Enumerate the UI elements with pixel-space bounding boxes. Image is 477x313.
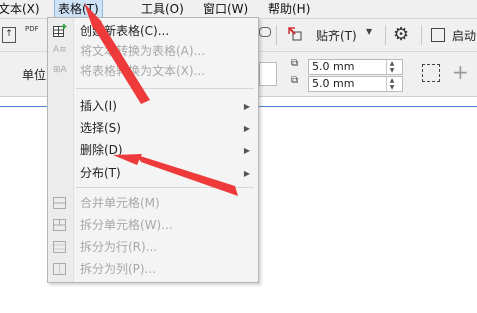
annotation-arrows bbox=[84, 3, 238, 196]
arrow-to-delete-item bbox=[113, 154, 238, 196]
arrow-to-table-menu bbox=[84, 3, 150, 104]
